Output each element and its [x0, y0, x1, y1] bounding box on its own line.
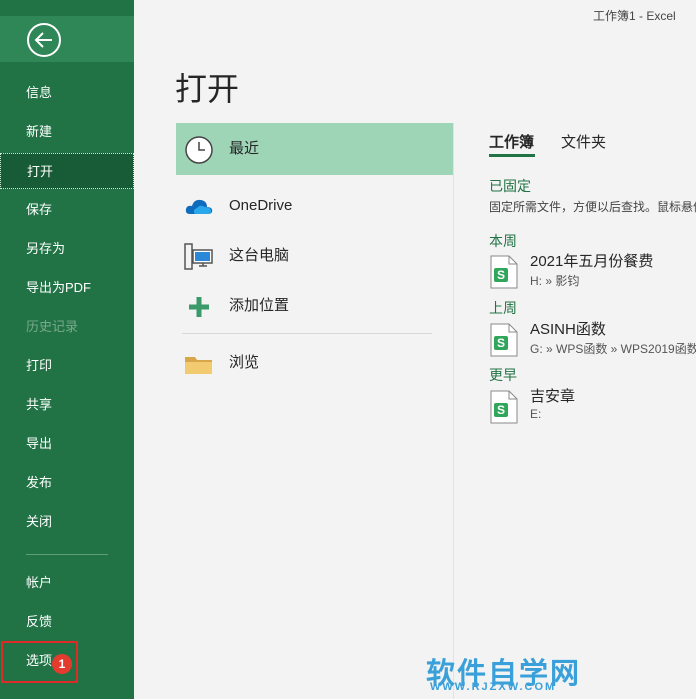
step-badge: 1 — [52, 654, 72, 674]
section-pinned: 已固定 — [489, 178, 531, 194]
location-label: 最近 — [229, 140, 260, 157]
nav-info[interactable]: 信息 — [0, 75, 134, 111]
backstage-sidebar: 信息 新建 打开 保存 另存为 导出为PDF 历史记录 打印 共享 导出 发布 … — [0, 0, 134, 699]
location-browse[interactable]: 浏览 — [176, 337, 453, 389]
nav-save[interactable]: 保存 — [0, 192, 134, 228]
location-label: OneDrive — [229, 197, 293, 214]
nav-account[interactable]: 帐户 — [0, 565, 134, 601]
nav-print[interactable]: 打印 — [0, 348, 134, 384]
nav-export-pdf[interactable]: 导出为PDF — [0, 270, 134, 306]
svg-text:S: S — [497, 268, 505, 282]
svg-text:S: S — [497, 336, 505, 350]
nav-new[interactable]: 新建 — [0, 114, 134, 150]
tab-workbooks[interactable]: 工作簿 — [489, 131, 534, 152]
file-name: ASINH函数 — [530, 321, 606, 338]
location-divider — [182, 333, 432, 334]
page-title: 打开 — [175, 71, 240, 107]
nav-divider — [26, 554, 108, 555]
excel-file-icon: S — [490, 255, 518, 289]
file-path: G: » WPS函数 » WPS2019函数 — [530, 342, 696, 356]
svg-text:S: S — [497, 403, 505, 417]
clock-icon — [184, 135, 214, 165]
location-onedrive[interactable]: OneDrive — [176, 180, 453, 232]
nav-share[interactable]: 共享 — [0, 387, 134, 423]
location-this-pc[interactable]: 这台电脑 — [176, 230, 453, 282]
excel-file-icon: S — [490, 390, 518, 424]
nav-open[interactable]: 打开 — [0, 153, 134, 189]
computer-icon — [184, 242, 214, 272]
nav-feedback[interactable]: 反馈 — [0, 604, 134, 640]
location-label: 这台电脑 — [229, 247, 290, 264]
location-label: 添加位置 — [229, 297, 290, 314]
back-button[interactable] — [0, 16, 134, 62]
nav-export[interactable]: 导出 — [0, 426, 134, 462]
pinned-description: 固定所需文件，方便以后查找。鼠标悬停 — [489, 200, 696, 214]
section-older: 更早 — [489, 367, 517, 383]
panel-divider — [453, 123, 454, 699]
cloud-icon — [184, 192, 214, 222]
nav-save-as[interactable]: 另存为 — [0, 231, 134, 267]
watermark-url: WWW.RJZXW.COM — [430, 681, 557, 693]
location-add-place[interactable]: 添加位置 — [176, 280, 453, 332]
nav-history: 历史记录 — [26, 319, 79, 334]
file-name: 2021年五月份餐费 — [530, 253, 654, 270]
plus-icon — [184, 292, 214, 322]
location-label: 浏览 — [229, 354, 260, 371]
nav-close[interactable]: 关闭 — [0, 504, 134, 540]
window-title: 工作簿1 - Excel — [593, 9, 676, 23]
section-this-week: 本周 — [489, 233, 517, 249]
nav-publish[interactable]: 发布 — [0, 465, 134, 501]
recent-file[interactable]: S ASINH函数 G: » WPS函数 » WPS2019函数 — [487, 318, 696, 364]
tab-folders[interactable]: 文件夹 — [561, 131, 606, 152]
recent-file[interactable]: S 2021年五月份餐费 H: » 影钧 — [487, 250, 696, 296]
file-name: 吉安章 — [530, 388, 576, 405]
tab-active-indicator — [489, 154, 535, 157]
location-recent[interactable]: 最近 — [176, 123, 453, 175]
section-last-week: 上周 — [489, 300, 517, 316]
back-arrow-icon — [27, 23, 61, 57]
recent-file[interactable]: S 吉安章 E: — [487, 385, 696, 431]
file-path: E: — [530, 407, 542, 421]
folder-icon — [184, 349, 214, 379]
excel-file-icon: S — [490, 323, 518, 357]
file-path: H: » 影钧 — [530, 274, 580, 288]
